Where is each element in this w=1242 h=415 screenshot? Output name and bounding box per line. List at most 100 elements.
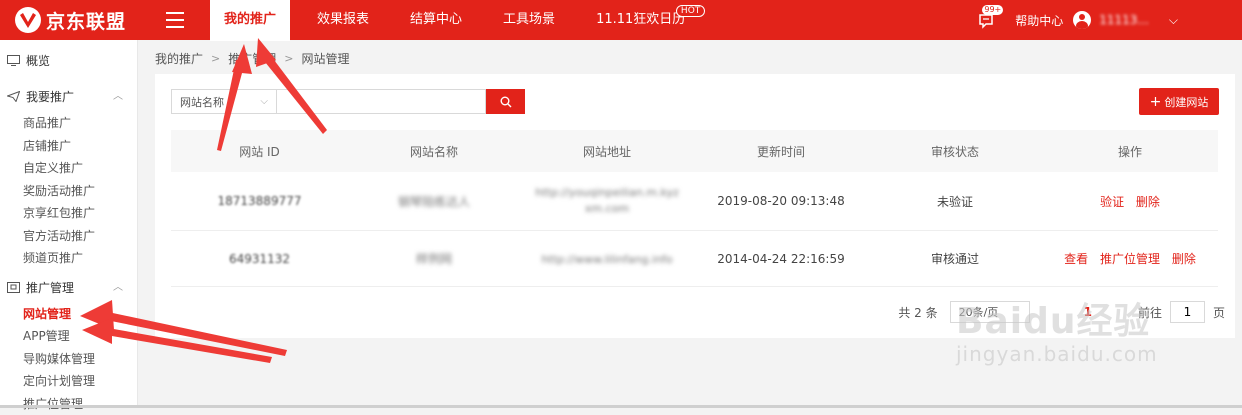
nav-my-promotion[interactable]: 我的推广 — [210, 0, 290, 41]
nav-reports[interactable]: 效果报表 — [303, 0, 383, 40]
website-url: http://www.lilinfang.info — [520, 231, 694, 287]
username[interactable]: 11113... — [1099, 13, 1149, 27]
search-bar: 网站名称 ⌵ — [171, 89, 525, 114]
website-name: 样例网 — [348, 231, 520, 287]
watermark-sub: jingyan.baidu.com — [956, 342, 1158, 366]
table-row: 18713889777 钢琴陪练达人 http://youqinpeilian.… — [171, 172, 1218, 231]
cell-text: 钢琴陪练达人 — [398, 195, 470, 209]
nav-tools[interactable]: 工具场景 — [489, 0, 569, 40]
view-link[interactable]: 查看 — [1064, 252, 1088, 266]
chevron-up-icon: ︿ — [113, 273, 123, 303]
breadcrumb-current: 网站管理 — [301, 50, 349, 67]
total-count: 共 2 条 — [898, 304, 937, 321]
table-header: 网站 ID 网站名称 网站地址 更新时间 审核状态 操作 — [171, 130, 1218, 172]
nav-calendar[interactable]: 11.11狂欢日历 HOT — [582, 0, 699, 40]
column-header: 审核状态 — [868, 130, 1042, 172]
update-time: 2014-04-24 22:16:59 — [694, 231, 868, 287]
search-button[interactable] — [486, 89, 525, 114]
button-label: 创建网站 — [1164, 94, 1208, 110]
nav-label: 11.11狂欢日历 — [596, 12, 685, 27]
column-header: 网站名称 — [348, 130, 520, 172]
top-bar: 京东联盟 我的推广 效果报表 结算中心 工具场景 11.11狂欢日历 HOT 9… — [0, 0, 1242, 40]
chevron-down-icon[interactable]: ⌵ — [1169, 13, 1178, 28]
position-manage-link[interactable]: 推广位管理 — [1100, 252, 1160, 266]
hot-badge: HOT — [676, 5, 705, 17]
search-field-select[interactable]: 网站名称 ⌵ — [171, 89, 277, 114]
sidebar-group-promote[interactable]: 我要推广 ︿ — [0, 82, 137, 112]
sidebar-item-overview[interactable]: 概览 — [0, 46, 137, 76]
cell-text: 样例网 — [416, 252, 452, 266]
sidebar-label: 我要推广 — [26, 90, 74, 104]
paper-plane-icon — [7, 91, 20, 102]
website-url: http://youqinpeilian.m.kyzxm.com — [520, 172, 694, 231]
sidebar-item-custom[interactable]: 自定义推广 — [0, 157, 137, 180]
sidebar-item-channel[interactable]: 频道页推广 — [0, 247, 137, 270]
table-row: 64931132 样例网 http://www.lilinfang.info 2… — [171, 231, 1218, 287]
watermark-main: Baidu经验 — [956, 292, 1158, 344]
sidebar-label: 推广管理 — [26, 281, 74, 295]
cell-text: http://youqinpeilian.m.kyzxm.com — [532, 185, 682, 217]
website-id: 18713889777 — [171, 172, 348, 231]
help-center-link[interactable]: 帮助中心 — [1015, 12, 1063, 29]
box-icon — [7, 282, 20, 293]
chevron-right-icon: > — [284, 52, 293, 65]
nav-label: 结算中心 — [410, 12, 462, 27]
delete-link[interactable]: 删除 — [1136, 195, 1160, 209]
sidebar-item-redpacket[interactable]: 京享红包推广 — [0, 202, 137, 225]
sidebar-item-app[interactable]: APP管理 — [0, 325, 137, 348]
review-status: 未验证 — [868, 172, 1042, 231]
sidebar-item-website[interactable]: 网站管理 — [0, 303, 137, 326]
review-status: 审核通过 — [868, 231, 1042, 287]
menu-toggle-icon[interactable] — [166, 12, 184, 28]
delete-link[interactable]: 删除 — [1172, 252, 1196, 266]
sidebar-item-reward[interactable]: 奖励活动推广 — [0, 180, 137, 203]
page-suffix: 页 — [1213, 304, 1225, 321]
message-count-badge: 99+ — [982, 5, 1003, 15]
sidebar-item-plan[interactable]: 定向计划管理 — [0, 370, 137, 393]
nav-settlement[interactable]: 结算中心 — [396, 0, 476, 40]
brand-logo[interactable]: 京东联盟 — [14, 6, 126, 34]
sidebar-item-official[interactable]: 官方活动推广 — [0, 225, 137, 248]
search-icon — [500, 96, 512, 108]
goto-page-input[interactable] — [1170, 301, 1205, 323]
breadcrumb-item[interactable]: 我的推广 — [155, 50, 203, 67]
select-value: 网站名称 — [180, 94, 224, 110]
brand-name: 京东联盟 — [46, 7, 126, 34]
column-header: 操作 — [1042, 130, 1218, 172]
nav-label: 工具场景 — [503, 12, 555, 27]
avatar[interactable] — [1073, 11, 1091, 29]
cell-text: http://www.lilinfang.info — [541, 253, 672, 266]
plus-icon: + — [1150, 94, 1162, 110]
sidebar-label: 概览 — [26, 54, 50, 68]
nav-label: 我的推广 — [224, 12, 276, 27]
column-header: 更新时间 — [694, 130, 868, 172]
search-input[interactable] — [277, 89, 486, 114]
row-actions: 验证 删除 — [1042, 172, 1218, 231]
update-time: 2019-08-20 09:13:48 — [694, 172, 868, 231]
cell-text: 64931132 — [229, 252, 290, 266]
sidebar-item-product[interactable]: 商品推广 — [0, 112, 137, 135]
website-id: 64931132 — [171, 231, 348, 287]
sidebar-item-media[interactable]: 导购媒体管理 — [0, 348, 137, 371]
sidebar-item-shop[interactable]: 店铺推广 — [0, 135, 137, 158]
chevron-down-icon: ⌵ — [260, 96, 268, 107]
sidebar-item-position[interactable]: 推广位管理 — [0, 393, 137, 415]
message-button[interactable]: 99+ — [977, 11, 995, 29]
verify-link[interactable]: 验证 — [1100, 195, 1124, 209]
sidebar: 概览 我要推广 ︿ 商品推广 店铺推广 自定义推广 奖励活动推广 京享红包推广 … — [0, 40, 138, 408]
sidebar-group-manage[interactable]: 推广管理 ︿ — [0, 273, 137, 303]
monitor-icon — [7, 55, 20, 66]
website-name: 钢琴陪练达人 — [348, 172, 520, 231]
top-nav: 我的推广 效果报表 结算中心 工具场景 11.11狂欢日历 HOT — [210, 0, 712, 40]
chevron-right-icon: > — [211, 52, 220, 65]
column-header: 网站地址 — [520, 130, 694, 172]
breadcrumb: 我的推广 > 推广管理 > 网站管理 — [155, 49, 349, 67]
row-actions: 查看 推广位管理 删除 — [1042, 231, 1218, 287]
website-table: 网站 ID 网站名称 网站地址 更新时间 审核状态 操作 18713889777… — [171, 130, 1218, 287]
breadcrumb-item[interactable]: 推广管理 — [228, 50, 276, 67]
chevron-up-icon: ︿ — [113, 82, 123, 112]
column-header: 网站 ID — [171, 130, 348, 172]
top-right-tools: 99+ 帮助中心 11113... ⌵ — [977, 0, 1178, 40]
nav-label: 效果报表 — [317, 12, 369, 27]
create-website-button[interactable]: + 创建网站 — [1139, 88, 1219, 115]
